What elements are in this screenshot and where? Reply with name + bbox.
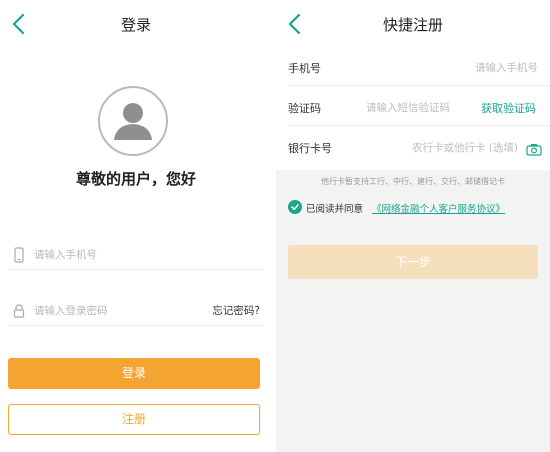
get-code-button[interactable]: 获取验证码 [481, 100, 536, 116]
card-row[interactable]: 银行卡号 农行卡或他行卡 (选填) [276, 128, 550, 166]
forgot-password-link[interactable]: 忘记密码? [212, 303, 260, 318]
checkmark-icon[interactable] [288, 200, 302, 214]
avatar-icon [98, 86, 168, 156]
register-screen: 快捷注册 手机号 请输入手机号 验证码 请输入短信验证码 获取验证码 银行卡号 … [276, 0, 550, 452]
register-button[interactable]: 注册 [8, 404, 260, 435]
register-form: 手机号 请输入手机号 验证码 请输入短信验证码 获取验证码 银行卡号 农行卡或他… [276, 48, 550, 170]
register-nav-bar: 快捷注册 [276, 0, 550, 48]
card-input[interactable]: 农行卡或他行卡 (选填) [412, 140, 518, 155]
password-input[interactable]: 请输入登录密码 [34, 303, 108, 318]
phone-input[interactable]: 请输入手机号 [34, 247, 97, 262]
login-page-title: 登录 [120, 16, 151, 34]
login-button[interactable]: 登录 [8, 358, 260, 389]
login-screen: 登录 尊敬的用户，您好 请输入手机号 请输入登录密码 忘记密码? 登录 注册 [0, 0, 272, 452]
divider [10, 269, 262, 270]
divider [10, 325, 262, 326]
password-field[interactable]: 请输入登录密码 忘记密码? [10, 296, 262, 326]
greeting-text: 尊敬的用户，您好 [75, 170, 196, 188]
phone-row[interactable]: 手机号 请输入手机号 [276, 48, 550, 86]
divider [288, 85, 550, 86]
camera-icon[interactable] [526, 141, 542, 156]
next-button[interactable]: 下一步 [288, 245, 538, 279]
agree-text: 已阅读并同意 [306, 204, 364, 215]
lock-icon [12, 303, 26, 319]
login-nav-bar: 登录 [0, 0, 272, 48]
code-input[interactable]: 请输入短信验证码 [366, 100, 450, 115]
divider [288, 125, 550, 126]
card-label: 银行卡号 [288, 142, 332, 155]
phone-label: 手机号 [288, 62, 321, 75]
bank-support-notice: 他行卡暂支持工行、中行、建行、交行、邮储借记卡 [321, 177, 505, 186]
phone-input[interactable]: 请输入手机号 [475, 60, 538, 75]
phone-field[interactable]: 请输入手机号 [10, 240, 262, 270]
phone-icon [12, 247, 26, 263]
register-page-title: 快捷注册 [382, 16, 443, 34]
protocol-link[interactable]: 《网络金融个人客户服务协议》 [372, 201, 505, 215]
code-label: 验证码 [288, 102, 321, 115]
code-row[interactable]: 验证码 请输入短信验证码 获取验证码 [276, 88, 550, 126]
